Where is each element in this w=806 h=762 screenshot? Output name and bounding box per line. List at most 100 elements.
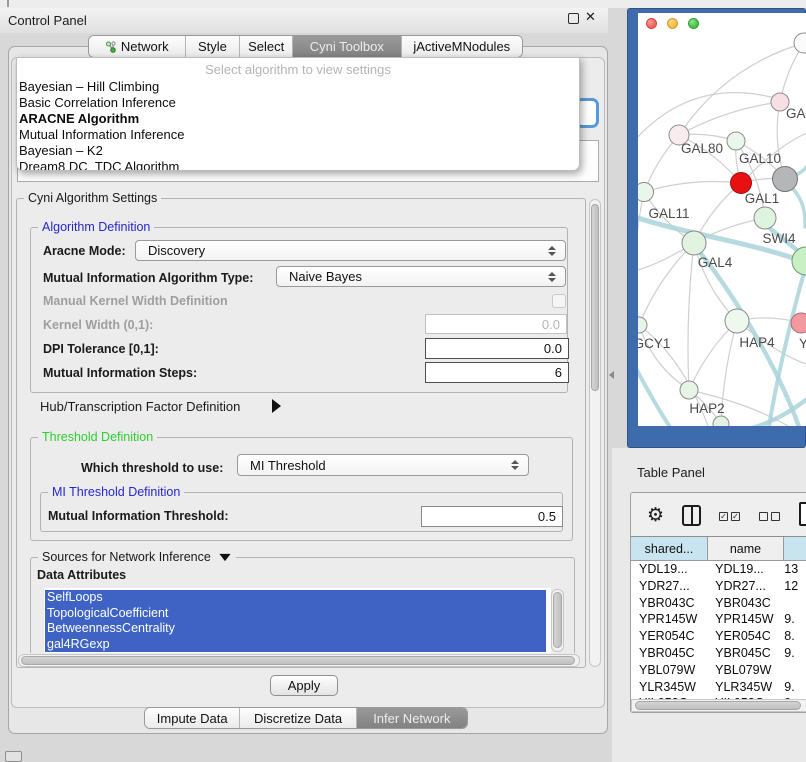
- network-edge[interactable]: [679, 43, 804, 135]
- settings-horizontal-scrollbar[interactable]: [18, 654, 580, 667]
- table-row[interactable]: YBL079WYBL079W: [631, 663, 806, 680]
- minimize-traffic-light-icon[interactable]: [667, 18, 678, 29]
- tab-impute-data[interactable]: Impute Data: [145, 708, 240, 728]
- table-settings-gear-icon[interactable]: ⚙: [647, 506, 664, 525]
- table-row[interactable]: YBR043CYBR043C: [631, 596, 806, 613]
- network-node-swi4[interactable]: [754, 207, 776, 229]
- mi-steps-input[interactable]: 6: [425, 362, 569, 383]
- tab-cyni-toolbox[interactable]: Cyni Toolbox: [293, 36, 402, 57]
- collapse-arrow-icon[interactable]: [220, 554, 231, 561]
- network-node-salmon[interactable]: [791, 313, 806, 333]
- table-cell: YLR345W: [631, 680, 707, 697]
- algorithm-option[interactable]: Bayesian – K2: [19, 143, 577, 159]
- table-row[interactable]: YDL19...YDL19...13: [631, 562, 806, 579]
- network-edge[interactable]: [679, 102, 780, 135]
- manual-kernel-width-checkbox[interactable]: [552, 294, 566, 308]
- network-canvas[interactable]: GALGAL80GAL10GAL1GAL11SWI4GAL4GCY1HAP4HA…: [638, 13, 806, 426]
- dpi-tolerance-label: DPI Tolerance [0,1]:: [43, 342, 159, 356]
- which-threshold-select[interactable]: MI Threshold: [237, 454, 529, 476]
- kernel-width-input[interactable]: 0.0: [425, 314, 567, 334]
- tab-discretize-data[interactable]: Discretize Data: [240, 708, 356, 728]
- mi-algorithm-type-select[interactable]: Naive Bayes: [276, 266, 566, 287]
- table-row[interactable]: YBR045CYBR045C9.: [631, 646, 806, 663]
- apply-button[interactable]: Apply: [270, 675, 338, 696]
- tab-jactivemnodules[interactable]: jActiveMNodules: [402, 36, 522, 57]
- unchecked-box-icon[interactable]: [759, 512, 768, 521]
- algorithm-option[interactable]: Dream8 DC_TDC Algorithm: [19, 159, 577, 171]
- network-node-big_green[interactable]: [792, 247, 806, 275]
- checked-box-icon[interactable]: ✓: [731, 512, 740, 521]
- expand-arrow-icon[interactable]: [272, 399, 281, 413]
- network-edge[interactable]: [639, 243, 694, 325]
- table-cell: YBR043C: [631, 596, 707, 613]
- network-node-hap4[interactable]: [725, 309, 749, 333]
- dpi-tolerance-input[interactable]: 0.0: [425, 338, 569, 359]
- algorithm-option[interactable]: Mutual Information Inference: [19, 127, 577, 143]
- table-cell: YBR045C: [631, 646, 707, 663]
- close-icon[interactable]: ✕: [585, 9, 596, 25]
- mi-threshold-input[interactable]: 0.5: [421, 506, 563, 527]
- screen: Control Panel ✕ NetworkStyleSelectCyni T…: [0, 0, 806, 762]
- table-row[interactable]: YLR345WYLR345W9.: [631, 680, 806, 697]
- table-cell: YPR145W: [707, 612, 782, 629]
- close-traffic-light-icon[interactable]: [646, 18, 657, 29]
- network-node-white_top[interactable]: [794, 33, 806, 53]
- split-columns-icon[interactable]: [682, 505, 701, 526]
- table-row[interactable]: YDR27...YDR27...12: [631, 579, 806, 596]
- network-graph: GALGAL80GAL10GAL1GAL11SWI4GAL4GCY1HAP4HA…: [638, 13, 806, 426]
- aracne-mode-select[interactable]: Discovery: [135, 240, 566, 261]
- algorithm-list: Bayesian – Hill ClimbingBasic Correlatio…: [19, 79, 577, 171]
- table-cell: YDL19...: [707, 562, 782, 579]
- tab-label: Cyni Toolbox: [310, 39, 384, 54]
- zoom-traffic-light-icon[interactable]: [688, 18, 699, 29]
- export-table-icon[interactable]: [799, 502, 806, 526]
- network-node-label: HAP2: [689, 401, 724, 416]
- checked-box-icon[interactable]: ✓: [719, 512, 728, 521]
- table-cell: YBR045C: [707, 646, 782, 663]
- column-header[interactable]: shared...: [631, 537, 708, 560]
- network-edge[interactable]: [688, 243, 694, 390]
- algorithm-option[interactable]: ARACNE Algorithm: [19, 111, 577, 127]
- table-row[interactable]: YER054CYER054C8.: [631, 629, 806, 646]
- network-node-hap2[interactable]: [680, 381, 698, 399]
- attribute-item[interactable]: BetweennessCentrality: [45, 621, 546, 637]
- unchecked-box-icon[interactable]: [771, 512, 780, 521]
- network-thick-edge[interactable]: [638, 361, 674, 426]
- top-strip: [0, 0, 806, 8]
- network-node-gal10[interactable]: [727, 132, 745, 150]
- attr-list-scrollbar[interactable]: [551, 589, 564, 652]
- algorithm-option[interactable]: Bayesian – Hill Climbing: [19, 79, 577, 95]
- attribute-item[interactable]: gal4RGexp: [45, 637, 546, 653]
- table-horizontal-scrollbar[interactable]: [631, 699, 806, 712]
- float-window-icon[interactable]: [568, 13, 579, 24]
- table-cell: YBL079W: [707, 663, 782, 680]
- column-header[interactable]: [784, 537, 806, 560]
- manual-kernel-width-label: Manual Kernel Width Definition: [43, 294, 228, 308]
- table-row[interactable]: YPR145WYPR145W9.: [631, 612, 806, 629]
- network-edge[interactable]: [644, 182, 741, 192]
- attribute-item[interactable]: SelfLoops: [45, 590, 546, 606]
- tab-style[interactable]: Style: [186, 36, 241, 57]
- column-header[interactable]: name: [708, 537, 784, 560]
- panel-splitter-handle[interactable]: [609, 371, 614, 379]
- tab-infer-network[interactable]: Infer Network: [357, 708, 467, 728]
- network-edge[interactable]: [638, 93, 779, 141]
- tab-select[interactable]: Select: [240, 36, 293, 57]
- network-node-gal4[interactable]: [682, 231, 706, 255]
- network-node-bottom[interactable]: [713, 416, 729, 426]
- network-edge[interactable]: [639, 325, 689, 390]
- table-cell: 9.: [782, 680, 806, 697]
- settings-vertical-scrollbar[interactable]: [589, 199, 601, 667]
- algorithm-option[interactable]: Basic Correlation Inference: [19, 95, 577, 111]
- network-node-gal11[interactable]: [638, 183, 654, 202]
- table-cell: YER054C: [631, 629, 707, 646]
- minimized-window-icon[interactable]: [5, 751, 22, 762]
- tab-network[interactable]: Network: [89, 36, 186, 57]
- attribute-item[interactable]: TopologicalCoefficient: [45, 606, 546, 622]
- data-attributes-label: Data Attributes: [37, 568, 126, 582]
- network-node-gray[interactable]: [773, 167, 798, 192]
- network-edge[interactable]: [689, 321, 737, 390]
- network-view-window[interactable]: GALGAL80GAL10GAL1GAL11SWI4GAL4GCY1HAP4HA…: [627, 8, 806, 448]
- algorithm-definition-title: Algorithm Definition: [38, 220, 154, 234]
- network-edge[interactable]: [638, 192, 644, 325]
